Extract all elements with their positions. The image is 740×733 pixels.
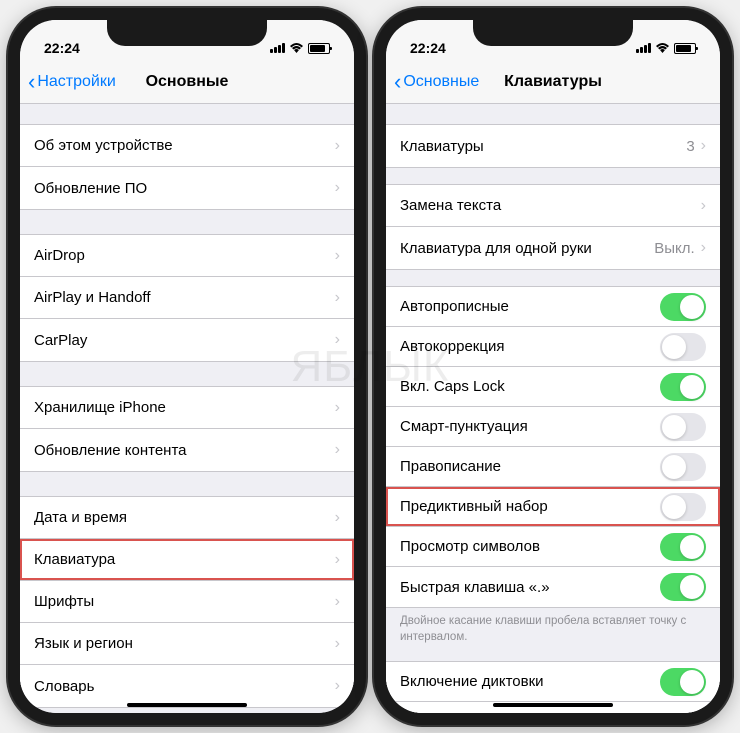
row-character-preview: Просмотр символов xyxy=(386,527,720,567)
row-auto-capitalize: Автопрописные xyxy=(386,287,720,327)
chevron-left-icon: ‹ xyxy=(28,71,35,93)
toggle-dictation[interactable] xyxy=(660,668,706,696)
row-period-shortcut: Быстрая клавиша «.» xyxy=(386,567,720,607)
row-value: Выкл. xyxy=(654,240,694,257)
cellular-signal-icon xyxy=(636,43,651,53)
nav-bar: ‹ Настройки Основные xyxy=(20,60,354,104)
chevron-right-icon: › xyxy=(335,247,340,265)
row-iphone-storage[interactable]: Хранилище iPhone › xyxy=(20,387,354,429)
section-about: Об этом устройстве › Обновление ПО › xyxy=(20,124,354,210)
screen-right: 22:24 ‹ Основные Клавиатуры Клавиатуры 3… xyxy=(386,20,720,713)
settings-content[interactable]: Об этом устройстве › Обновление ПО › Air… xyxy=(20,104,354,713)
notch xyxy=(473,20,633,46)
row-one-handed[interactable]: Клавиатура для одной руки Выкл. › xyxy=(386,227,720,269)
chevron-right-icon: › xyxy=(335,593,340,611)
home-indicator[interactable] xyxy=(127,703,247,707)
row-smart-punctuation: Смарт-пунктуация xyxy=(386,407,720,447)
row-caps-lock: Вкл. Caps Lock xyxy=(386,367,720,407)
toggle-period-shortcut[interactable] xyxy=(660,573,706,601)
cellular-signal-icon xyxy=(270,43,285,53)
row-keyboard[interactable]: Клавиатура › xyxy=(20,539,354,581)
back-label: Настройки xyxy=(37,73,115,91)
chevron-right-icon: › xyxy=(335,137,340,155)
chevron-right-icon: › xyxy=(335,179,340,197)
chevron-right-icon: › xyxy=(701,197,706,215)
toggle-spelling[interactable] xyxy=(660,453,706,481)
chevron-right-icon: › xyxy=(335,289,340,307)
wifi-icon xyxy=(289,40,304,56)
section-connectivity: AirDrop › AirPlay и Handoff › CarPlay › xyxy=(20,234,354,362)
section-storage: Хранилище iPhone › Обновление контента › xyxy=(20,386,354,472)
home-indicator[interactable] xyxy=(493,703,613,707)
phone-left: 22:24 ‹ Настройки Основные Об этом устро… xyxy=(8,8,366,725)
notch xyxy=(107,20,267,46)
battery-icon xyxy=(674,43,696,54)
section-toggles: Автопрописные Автокоррекция Вкл. Caps Lo… xyxy=(386,286,720,608)
row-about-device[interactable]: Об этом устройстве › xyxy=(20,125,354,167)
row-auto-correction: Автокоррекция xyxy=(386,327,720,367)
chevron-right-icon: › xyxy=(335,509,340,527)
row-carplay[interactable]: CarPlay › xyxy=(20,319,354,361)
row-value: 3 xyxy=(686,138,694,155)
row-date-time[interactable]: Дата и время › xyxy=(20,497,354,539)
row-airplay-handoff[interactable]: AirPlay и Handoff › xyxy=(20,277,354,319)
row-software-update[interactable]: Обновление ПО › xyxy=(20,167,354,209)
phone-right: 22:24 ‹ Основные Клавиатуры Клавиатуры 3… xyxy=(374,8,732,725)
wifi-icon xyxy=(655,40,670,56)
row-background-refresh[interactable]: Обновление контента › xyxy=(20,429,354,471)
chevron-right-icon: › xyxy=(335,441,340,459)
toggle-auto-correction[interactable] xyxy=(660,333,706,361)
chevron-right-icon: › xyxy=(335,551,340,569)
screen-left: 22:24 ‹ Настройки Основные Об этом устро… xyxy=(20,20,354,713)
chevron-right-icon: › xyxy=(335,635,340,653)
row-keyboards[interactable]: Клавиатуры 3 › xyxy=(386,125,720,167)
status-time: 22:24 xyxy=(44,40,80,56)
row-fonts[interactable]: Шрифты › xyxy=(20,581,354,623)
row-predictive: Предиктивный набор xyxy=(386,487,720,527)
row-dictionary[interactable]: Словарь › xyxy=(20,665,354,707)
section-text: Замена текста › Клавиатура для одной рук… xyxy=(386,184,720,270)
keyboards-content[interactable]: Клавиатуры 3 › Замена текста › Клавиатур… xyxy=(386,104,720,713)
page-title: Основные xyxy=(146,73,229,91)
chevron-right-icon: › xyxy=(335,399,340,417)
status-time: 22:24 xyxy=(410,40,446,56)
toggle-smart-punctuation[interactable] xyxy=(660,413,706,441)
chevron-left-icon: ‹ xyxy=(394,71,401,93)
page-title: Клавиатуры xyxy=(504,73,602,91)
toggle-predictive[interactable] xyxy=(660,493,706,521)
section-keyboards: Клавиатуры 3 › xyxy=(386,124,720,168)
chevron-right-icon: › xyxy=(335,677,340,695)
status-indicators xyxy=(270,40,330,56)
chevron-right-icon: › xyxy=(701,137,706,155)
back-button[interactable]: ‹ Настройки xyxy=(28,71,116,93)
status-indicators xyxy=(636,40,696,56)
battery-icon xyxy=(308,43,330,54)
row-text-replacement[interactable]: Замена текста › xyxy=(386,185,720,227)
back-button[interactable]: ‹ Основные xyxy=(394,71,479,93)
chevron-right-icon: › xyxy=(701,239,706,257)
row-language-region[interactable]: Язык и регион › xyxy=(20,623,354,665)
section-system: Дата и время › Клавиатура › Шрифты › Язы… xyxy=(20,496,354,708)
toggle-caps-lock[interactable] xyxy=(660,373,706,401)
row-spelling: Правописание xyxy=(386,447,720,487)
section-footer: Двойное касание клавиши пробела вставляе… xyxy=(386,608,720,645)
row-enable-dictation: Включение диктовки xyxy=(386,662,720,702)
toggle-auto-capitalize[interactable] xyxy=(660,293,706,321)
toggle-character-preview[interactable] xyxy=(660,533,706,561)
nav-bar: ‹ Основные Клавиатуры xyxy=(386,60,720,104)
chevron-right-icon: › xyxy=(335,331,340,349)
back-label: Основные xyxy=(403,73,479,91)
row-airdrop[interactable]: AirDrop › xyxy=(20,235,354,277)
